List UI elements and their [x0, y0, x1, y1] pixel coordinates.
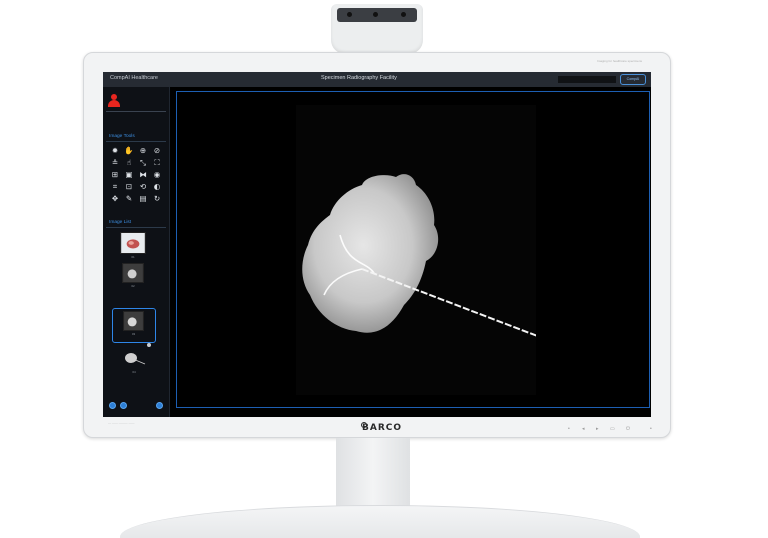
hand-grab-icon[interactable]: ☝: [122, 157, 136, 169]
app-name: CompAI Healthcare: [110, 75, 158, 81]
pan-hand-icon[interactable]: ✋: [122, 145, 136, 157]
image-list-title: Image List: [109, 220, 132, 225]
monitor-button[interactable]: •: [568, 426, 570, 432]
page-title: Specimen Radiography Facility: [321, 75, 397, 81]
sidebar-action-button[interactable]: [120, 402, 127, 409]
thumbnail-caption: 01: [131, 255, 135, 259]
barco-logo: BARCO: [360, 422, 401, 433]
save-icon[interactable]: ▤: [136, 193, 150, 205]
user-icon[interactable]: [108, 94, 120, 107]
sidebar-action-button[interactable]: [109, 402, 116, 409]
thumbnail-photo: [120, 232, 146, 254]
thumbnail-xray: [123, 311, 144, 331]
divider: [106, 141, 166, 142]
camera-lens: [401, 12, 406, 17]
image-tools-grid: ✹ ✋ ⊕ ⊘ ≗ ☝ ⤡ ⛶ ⊞ ▣ ⧓ ◉ ⌗ ⊡ ⟲ ◐ ✥ ✎ ▤ ↻: [108, 145, 166, 205]
level-adjust-icon[interactable]: ≗: [108, 157, 122, 169]
user-icon-body: [108, 100, 120, 107]
company-logo: CompAI: [620, 74, 646, 85]
thumbnail-caption: 04: [132, 370, 136, 374]
divider: [106, 227, 166, 228]
image-tools-title: Image Tools: [109, 134, 135, 139]
annotate-icon[interactable]: ✎: [122, 193, 136, 205]
specimen-xray-graphic: [302, 174, 536, 337]
thumbnail-caption: 02: [131, 284, 135, 288]
image-thumbnail-4[interactable]: 04: [121, 349, 147, 374]
window-level-icon[interactable]: ▣: [122, 169, 136, 181]
title-bar: CompAI Healthcare Specimen Radiography F…: [103, 72, 651, 87]
zoom-box-icon[interactable]: ⊞: [108, 169, 122, 181]
zoom-in-icon[interactable]: ⊕: [136, 145, 150, 157]
monitor-camera: [331, 4, 423, 54]
move-icon[interactable]: ✥: [108, 193, 122, 205]
monitor-button[interactable]: ▭: [610, 426, 615, 432]
sidebar-action-button[interactable]: [156, 402, 163, 409]
selection-marker: [147, 343, 151, 347]
rotate-icon[interactable]: ⟲: [136, 181, 150, 193]
image-thumbnail-1[interactable]: 01: [120, 232, 146, 259]
screen: CompAI Healthcare Specimen Radiography F…: [103, 72, 651, 417]
xray-image: [296, 105, 536, 395]
sidebar: Image Tools ✹ ✋ ⊕ ⊘ ≗ ☝ ⤡ ⛶ ⊞ ▣ ⧓ ◉ ⌗ ⊡ ⟲ ◐ ✥ ✎ ▤ ↻ Image L…: [103, 87, 170, 417]
image-thumbnail-2[interactable]: 02: [122, 263, 144, 288]
thumbnail-xray: [122, 263, 144, 283]
monitor-stand-base: [120, 505, 640, 538]
eye-icon[interactable]: ◉: [150, 169, 164, 181]
magnify-region-icon[interactable]: ⊡: [122, 181, 136, 193]
crop-icon[interactable]: ⌗: [108, 181, 122, 193]
monitor-button[interactable]: ▸: [596, 426, 599, 432]
image-viewport[interactable]: [176, 91, 650, 408]
thumbnail-caption: 03: [131, 332, 136, 336]
camera-bar: [337, 8, 417, 22]
measure-line-icon[interactable]: ⤡: [136, 157, 150, 169]
refresh-icon[interactable]: ↻: [150, 193, 164, 205]
power-icon[interactable]: ⏻: [626, 426, 630, 432]
flip-horizontal-icon[interactable]: ⧓: [136, 169, 150, 181]
thumbnail-xray: [121, 349, 147, 369]
title-bar-blank-field: [558, 76, 616, 83]
bezel-top-label: Imaging for healthcare specimens: [597, 59, 643, 63]
monitor-button[interactable]: ◂: [582, 426, 585, 432]
specimen-tissue: [302, 174, 439, 333]
invert-icon[interactable]: ◐: [150, 181, 164, 193]
monitor-controls: • ◂ ▸ ▭ ⏻ •: [566, 424, 656, 436]
monitor-led: •: [650, 426, 652, 432]
monitor-stand-neck: [336, 438, 410, 510]
monitor-scene: Imaging for healthcare specimens — —— ——…: [0, 0, 768, 538]
brightness-icon[interactable]: ✹: [108, 145, 122, 157]
camera-lens: [373, 12, 378, 17]
camera-lens: [347, 12, 352, 17]
bezel-left-label: — —— ——— ——: [108, 421, 135, 425]
reset-icon[interactable]: ⊘: [150, 145, 164, 157]
fit-window-icon[interactable]: ⛶: [150, 157, 164, 169]
image-thumbnail-3[interactable]: 03: [123, 311, 144, 336]
barco-text: BARCO: [361, 422, 401, 433]
divider: [106, 111, 166, 112]
